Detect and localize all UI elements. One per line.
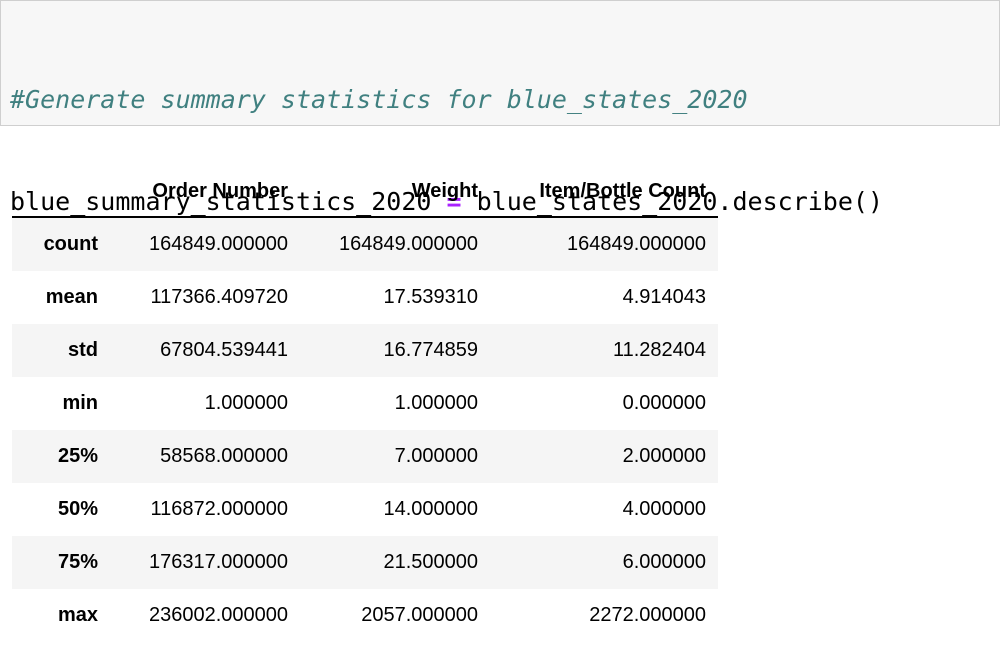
table-cell: 116872.000000 [150,498,288,520]
table-cell: 0.000000 [622,392,706,414]
table-cell: 164849.000000 [338,233,478,255]
header-cell-order-number: Order Number [110,166,300,218]
table-cell: 16.774859 [383,339,478,361]
table-cell: 11.282404 [612,339,706,361]
row-index-label: mean [45,286,98,308]
table-cell: 117366.409720 [150,286,288,308]
table-cell: 21.500000 [383,551,478,573]
row-index-label: 50% [57,498,98,520]
header-row: Order Number Weight Item/Bottle Count [12,166,718,218]
row-index-label: std [68,339,98,361]
table-cell: 2272.000000 [589,604,706,626]
table-row: 25% 58568.000000 7.000000 2.000000 [12,430,718,483]
code-comment: #Generate summary statistics for blue_st… [10,85,748,114]
table-cell: 4.914043 [622,286,706,308]
table-cell: 17.539310 [383,286,478,308]
table-row: count 164849.000000 164849.000000 164849… [12,217,718,271]
table-cell: 6.000000 [622,551,706,573]
row-index-label: count [43,233,98,255]
table-row: min 1.000000 1.000000 0.000000 [12,377,718,430]
table-cell: 2057.000000 [361,604,478,626]
row-index-label: 75% [57,551,98,573]
table-cell: 7.000000 [394,445,478,467]
table-body: count 164849.000000 164849.000000 164849… [12,217,718,642]
table-cell: 2.000000 [622,445,706,467]
output-area: Order Number Weight Item/Bottle Count co… [12,166,718,642]
row-index-label: min [62,392,98,414]
table-cell: 67804.539441 [160,339,288,361]
header-cell-weight: Weight [300,166,490,218]
table-cell: 164849.000000 [566,233,706,255]
table-row: 75% 176317.000000 21.500000 6.000000 [12,536,718,589]
table-cell: 236002.000000 [148,604,288,626]
table-cell: 4.000000 [622,498,706,520]
code-cell[interactable]: #Generate summary statistics for blue_st… [0,0,1000,318]
table-cell: 1.000000 [204,392,288,414]
summary-statistics-table: Order Number Weight Item/Bottle Count co… [12,166,718,642]
table-row: std 67804.539441 16.774859 11.282404 [12,324,718,377]
table-header: Order Number Weight Item/Bottle Count [12,166,718,218]
header-cell-index [12,166,110,218]
table-cell: 1.000000 [394,392,478,414]
row-index-label: 25% [57,445,98,467]
table-cell: 176317.000000 [148,551,288,573]
table-cell: 58568.000000 [160,445,288,467]
table-row: mean 117366.409720 17.539310 4.914043 [12,271,718,324]
table-cell: 14.000000 [383,498,478,520]
table-row: 50% 116872.000000 14.000000 4.000000 [12,483,718,536]
table-cell: 164849.000000 [148,233,288,255]
row-index-label: max [57,604,98,626]
table-row: max 236002.000000 2057.000000 2272.00000… [12,589,718,642]
code-line-1: #Generate summary statistics for blue_st… [10,83,999,117]
header-cell-item-bottle-count: Item/Bottle Count [490,166,718,218]
